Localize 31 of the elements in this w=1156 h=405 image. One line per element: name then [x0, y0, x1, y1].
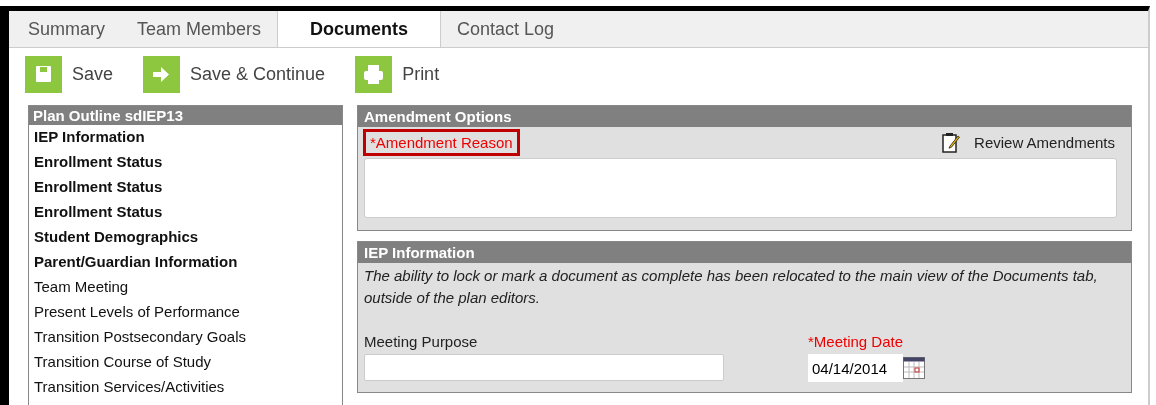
field-label: Meeting Purpose [364, 333, 479, 350]
outline-item[interactable]: Parent/Guardian Information [29, 250, 342, 275]
tab[interactable]: Documents [277, 11, 442, 47]
amendment-reason-field[interactable] [364, 158, 1117, 218]
tab[interactable]: Team Members [121, 11, 278, 47]
calendar-icon[interactable] [903, 357, 925, 379]
outline-item[interactable]: Transition Course of Study [29, 350, 342, 375]
info-note: The ability to lock or mark a document as complete has been relocated to the main view of the Documents tab, outside of the plan editors. [363, 266, 1099, 308]
notepad-pencil-icon [942, 131, 961, 154]
outline-item[interactable]: Enrollment Status [29, 175, 342, 200]
save-button[interactable]: Save [25, 56, 114, 93]
outline-item[interactable]: Enrollment Status [29, 200, 342, 225]
outline-item[interactable]: Transition Postsecondary Goals [29, 325, 342, 350]
outline-item[interactable]: Student Demographics [29, 225, 342, 250]
outline-item[interactable]: Team Meeting [29, 275, 342, 300]
outline-item[interactable]: Transition Services/Activities [29, 375, 342, 400]
tab[interactable]: Contact Log [441, 11, 571, 47]
tab[interactable]: Summary [12, 11, 121, 47]
field-label: *Meeting Date [808, 333, 905, 350]
review-amendments-link[interactable]: Review Amendments [942, 131, 1115, 154]
panel-header: Plan Outline sdIEP13 [29, 106, 342, 125]
outline-item[interactable]: Enrollment Status [29, 150, 342, 175]
outline-item[interactable]: Present Levels of Performance [29, 300, 342, 325]
continue-button[interactable]: Save & Continue [143, 56, 326, 93]
outline-item[interactable]: IEP Information [29, 125, 342, 150]
panel-header: Amendment Options [358, 106, 1131, 127]
date-field[interactable]: 04/14/2014 [808, 354, 903, 382]
print-button[interactable]: Print [355, 56, 440, 93]
field-label: *Amendment Reason [363, 129, 520, 156]
meeting-purpose-field[interactable] [364, 354, 724, 381]
panel-header: IEP Information [358, 242, 1131, 263]
